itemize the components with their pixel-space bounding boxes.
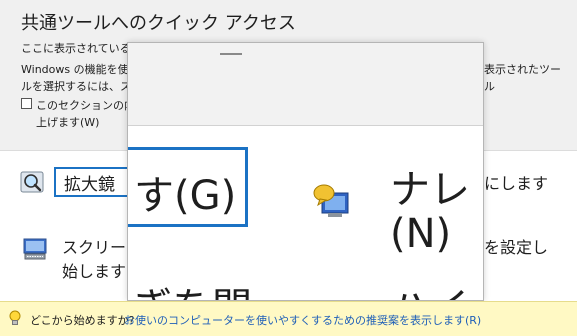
description-line-3-tail: ル [484, 80, 495, 93]
lightbulb-icon [9, 310, 21, 325]
magnifier-toolbar-area [128, 43, 483, 126]
zoomed-text-n: (N) [390, 211, 452, 257]
magnifier-drag-handle[interactable] [220, 47, 242, 55]
start-screen-keyboard-link[interactable]: スクリー [62, 234, 126, 258]
zoomed-text-g: す(G) [134, 173, 237, 219]
narrator-icon [313, 184, 349, 217]
always-read-checkbox[interactable] [21, 98, 32, 109]
zoomed-text-fragment-right: ハイ [390, 275, 469, 300]
checkbox-label-line-2[interactable]: 上げます(W) [36, 114, 99, 130]
description-line-3: ルを選択するには、スペ [21, 80, 142, 93]
on-screen-keyboard-icon [23, 238, 47, 260]
description-line-1: ここに表示されているツ [21, 42, 142, 55]
narrator-desc-tail: にします [484, 174, 549, 193]
hint-question: どこから始めますか? [30, 314, 135, 327]
magnifier-window[interactable]: す(G) ナレ (N) ぎを開 ハイ [127, 42, 484, 301]
magnifier-icon [20, 171, 44, 193]
page-title: 共通ツールへのクイック アクセス [21, 13, 296, 34]
high-contrast-desc-tail: を設定し [484, 238, 549, 257]
zoomed-text-narrator: ナレ [390, 167, 470, 213]
description-line-2-tail: 表示されたツー [484, 63, 561, 76]
hint-bar: どこから始めますか? お使いのコンピューターを使いやすくするための推奨案を表示し… [0, 301, 577, 336]
start-magnifier-link[interactable]: 拡大鏡 [64, 170, 115, 195]
description-line-2: Windows の機能を使 [21, 63, 129, 76]
screen-keyboard-label-line-2[interactable]: 始します [62, 258, 126, 282]
zoomed-text-fragment-left: ぎを開 [132, 275, 252, 300]
recommendations-link[interactable]: お使いのコンピューターを使いやすくするための推奨案を表示します(R) [124, 312, 481, 328]
